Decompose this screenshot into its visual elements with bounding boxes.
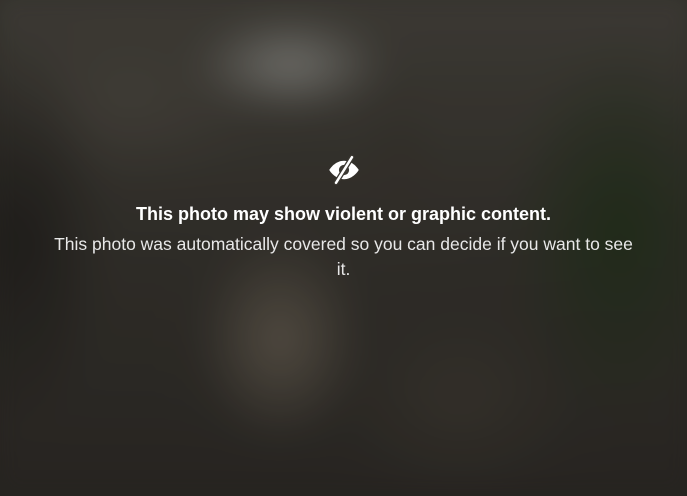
warning-heading: This photo may show violent or graphic c…: [135, 204, 552, 224]
eye-slash-icon: [328, 154, 359, 186]
warning-panel: This photo may show violent or graphic c…: [0, 153, 687, 282]
sensitive-content-overlay[interactable]: This photo may show violent or graphic c…: [0, 0, 687, 496]
warning-description: This photo was automatically covered so …: [54, 234, 633, 279]
